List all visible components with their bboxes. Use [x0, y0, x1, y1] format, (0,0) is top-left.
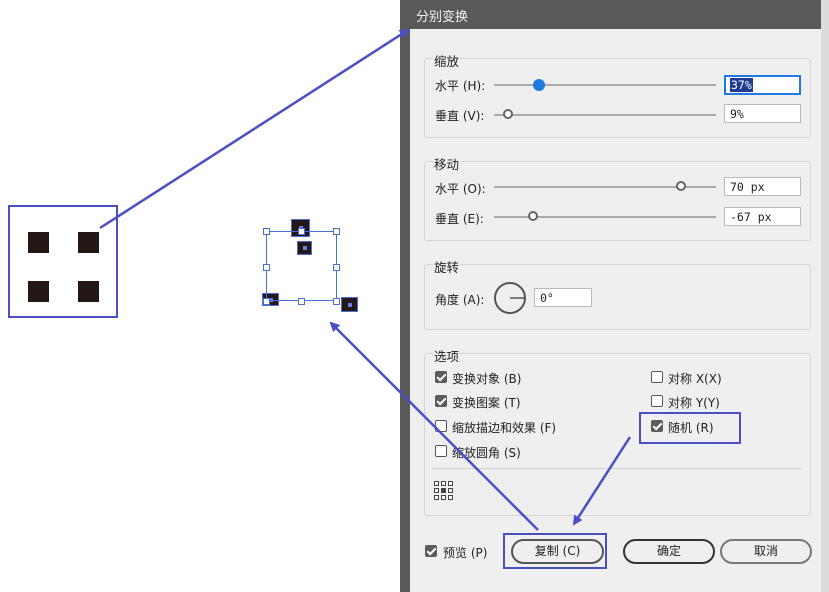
move-vertical-label: 垂直 (E):: [435, 212, 484, 226]
scale-horizontal-label: 水平 (H):: [435, 79, 486, 93]
reflect-y-label[interactable]: 对称 Y(Y): [668, 394, 720, 411]
cancel-button[interactable]: 取消: [720, 539, 812, 564]
scale-strokes-checkbox[interactable]: [435, 420, 447, 432]
rotate-group-title: 旋转: [433, 257, 461, 276]
scale-vertical-input[interactable]: 9%: [724, 104, 801, 123]
scale-corners-checkbox[interactable]: [435, 445, 447, 457]
transformed-square[interactable]: [341, 297, 358, 312]
scale-horizontal-slider[interactable]: [494, 84, 716, 86]
selection-handle[interactable]: [333, 264, 340, 271]
move-vertical-input[interactable]: -67 px: [724, 207, 801, 226]
original-shape-frame: [8, 205, 118, 318]
scale-group-title: 缩放: [433, 51, 461, 70]
move-horizontal-knob[interactable]: [676, 181, 686, 191]
options-group-title: 选项: [433, 346, 461, 365]
scale-horizontal-input[interactable]: 37%: [724, 75, 801, 95]
scale-vertical-label: 垂直 (V):: [435, 109, 485, 123]
transform-patterns-label[interactable]: 变换图案 (T): [452, 394, 521, 411]
square-bottom-left: [28, 281, 49, 302]
transform-objects-checkbox[interactable]: [435, 371, 447, 383]
transform-objects-label[interactable]: 变换对象 (B): [452, 370, 521, 387]
dialog-titlebar[interactable]: 分别变换: [400, 0, 821, 29]
options-divider: [432, 468, 802, 469]
reflect-x-checkbox[interactable]: [651, 371, 663, 383]
preview-label[interactable]: 预览 (P): [443, 544, 487, 561]
window-edge: [821, 0, 829, 592]
square-top-left: [28, 232, 49, 253]
scale-corners-label[interactable]: 缩放圆角 (S): [452, 444, 521, 461]
move-horizontal-label: 水平 (O):: [435, 182, 486, 196]
scale-group: [424, 58, 811, 138]
rotate-angle-label: 角度 (A):: [435, 293, 485, 307]
reflect-y-checkbox[interactable]: [651, 395, 663, 407]
selection-handle[interactable]: [263, 298, 270, 305]
ok-button[interactable]: 确定: [623, 539, 715, 564]
copy-highlight-box: [503, 533, 607, 569]
selection-handle[interactable]: [263, 228, 270, 235]
move-group: [424, 161, 811, 241]
preview-checkbox[interactable]: [425, 545, 437, 557]
selection-handle[interactable]: [263, 264, 270, 271]
selection-handle[interactable]: [333, 228, 340, 235]
scale-horizontal-knob[interactable]: [533, 79, 545, 91]
selection-bounding-box[interactable]: [266, 231, 337, 301]
dialog-edge: [400, 0, 410, 592]
selection-handle[interactable]: [298, 228, 305, 235]
selection-handle[interactable]: [333, 298, 340, 305]
square-top-right: [78, 232, 99, 253]
arrow-to-dialog: [99, 28, 410, 230]
move-group-title: 移动: [433, 154, 461, 173]
rotate-angle-input[interactable]: 0°: [534, 288, 592, 307]
reflect-x-label[interactable]: 对称 X(X): [668, 370, 722, 387]
dialog-title: 分别变换: [416, 10, 469, 25]
scale-vertical-knob[interactable]: [503, 109, 513, 119]
selection-handle[interactable]: [298, 298, 305, 305]
scale-strokes-label[interactable]: 缩放描边和效果 (F): [452, 419, 556, 436]
reference-point-icon[interactable]: [433, 480, 454, 501]
square-bottom-right: [78, 281, 99, 302]
random-highlight-box: [639, 412, 741, 444]
transform-patterns-checkbox[interactable]: [435, 395, 447, 407]
scale-vertical-slider[interactable]: [494, 114, 716, 116]
angle-dial-icon[interactable]: [493, 281, 527, 315]
move-horizontal-input[interactable]: 70 px: [724, 177, 801, 196]
move-vertical-knob[interactable]: [528, 211, 538, 221]
